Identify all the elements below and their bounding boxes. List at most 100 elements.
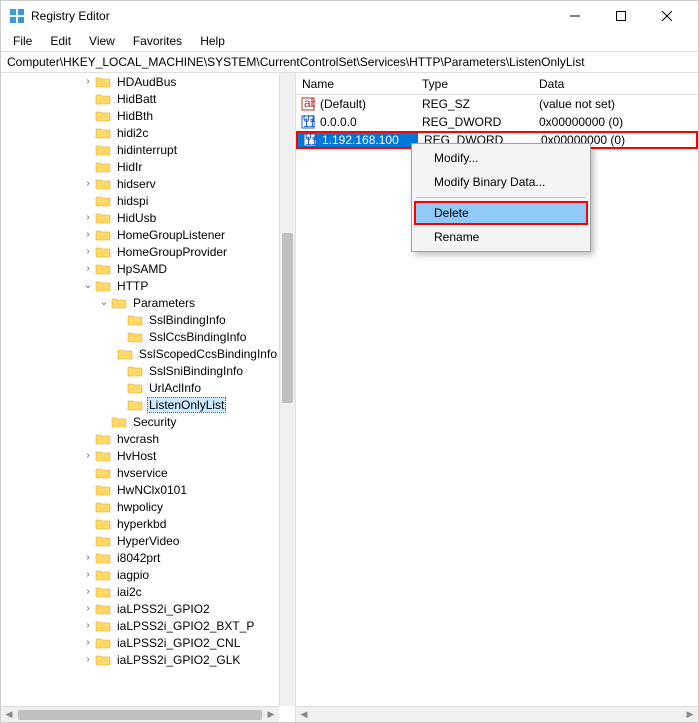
tree-node[interactable]: hwpolicy xyxy=(1,498,279,515)
scroll-left-icon[interactable]: ◀ xyxy=(296,709,312,720)
tree-node-label: SslCcsBindingInfo xyxy=(147,330,248,344)
tree-node[interactable]: ›iaLPSS2i_GPIO2_CNL xyxy=(1,634,279,651)
tree-node[interactable]: SslScopedCcsBindingInfo xyxy=(1,345,279,362)
chevron-right-icon[interactable]: › xyxy=(81,263,95,274)
tree-node[interactable]: SslSniBindingInfo xyxy=(1,362,279,379)
tree-node[interactable]: ›iaLPSS2i_GPIO2_GLK xyxy=(1,651,279,668)
registry-value-row[interactable]: ab(Default)REG_SZ(value not set) xyxy=(296,95,698,113)
tree-node[interactable]: ›iagpio xyxy=(1,566,279,583)
folder-icon xyxy=(95,653,111,667)
tree-node[interactable]: › iaLPSS2i_GPIO2_BXT_P xyxy=(1,617,279,634)
tree-node-label: iaLPSS2i_GPIO2_BXT_P xyxy=(115,619,256,633)
ctx-modify[interactable]: Modify... xyxy=(414,146,588,170)
chevron-right-icon[interactable]: › xyxy=(81,229,95,240)
app-icon xyxy=(9,8,25,24)
chevron-right-icon[interactable]: › xyxy=(81,212,95,223)
folder-icon xyxy=(95,160,111,174)
scrollbar-thumb[interactable] xyxy=(18,710,262,720)
scrollbar-thumb[interactable] xyxy=(282,233,293,403)
tree-node[interactable]: ›iai2c xyxy=(1,583,279,600)
tree-node[interactable]: SslCcsBindingInfo xyxy=(1,328,279,345)
scroll-right-icon[interactable]: ▶ xyxy=(682,709,698,720)
menu-help[interactable]: Help xyxy=(192,32,233,50)
column-header-data[interactable]: Data xyxy=(533,75,698,93)
tree-scroll[interactable]: ›HDAudBusHidBattHidBthhidi2chidinterrupt… xyxy=(1,73,279,706)
tree-node[interactable]: ›HidUsb xyxy=(1,209,279,226)
chevron-down-icon[interactable]: ⌄ xyxy=(81,280,95,291)
tree-node[interactable]: hidinterrupt xyxy=(1,141,279,158)
folder-icon xyxy=(95,585,111,599)
tree-node[interactable]: hidspi xyxy=(1,192,279,209)
chevron-right-icon[interactable]: › xyxy=(81,603,95,614)
list-body[interactable]: ab(Default)REG_SZ(value not set)0111100.… xyxy=(296,95,698,149)
tree-node[interactable]: SslBindingInfo xyxy=(1,311,279,328)
tree-node-label: Security xyxy=(131,415,178,429)
chevron-right-icon[interactable]: › xyxy=(81,637,95,648)
ctx-delete[interactable]: Delete xyxy=(414,201,588,225)
tree-node[interactable]: Security xyxy=(1,413,279,430)
value-name-cell: 0111101.192.168.100 xyxy=(298,133,418,147)
tree-node[interactable]: ›i8042prt xyxy=(1,549,279,566)
chevron-down-icon[interactable]: ⌄ xyxy=(97,297,111,308)
scroll-left-icon[interactable]: ◀ xyxy=(1,709,17,720)
tree-node[interactable]: hvcrash xyxy=(1,430,279,447)
menu-edit[interactable]: Edit xyxy=(42,32,79,50)
chevron-right-icon[interactable]: › xyxy=(81,654,95,665)
tree-node[interactable]: hyperkbd xyxy=(1,515,279,532)
tree-node[interactable]: ListenOnlyList xyxy=(1,396,279,413)
chevron-right-icon[interactable]: › xyxy=(81,620,95,631)
chevron-right-icon[interactable]: › xyxy=(81,450,95,461)
tree-node[interactable]: ›HDAudBus xyxy=(1,73,279,90)
folder-icon xyxy=(95,551,111,565)
close-button[interactable] xyxy=(644,1,690,31)
value-name: 1.192.168.100 xyxy=(322,133,399,147)
tree-node[interactable]: HyperVideo xyxy=(1,532,279,549)
chevron-right-icon[interactable]: › xyxy=(81,586,95,597)
folder-icon xyxy=(95,483,111,497)
menu-file[interactable]: File xyxy=(5,32,40,50)
menu-view[interactable]: View xyxy=(81,32,123,50)
list-pane: Name Type Data ab(Default)REG_SZ(value n… xyxy=(296,73,698,722)
menu-favorites[interactable]: Favorites xyxy=(125,32,190,50)
chevron-right-icon[interactable]: › xyxy=(81,569,95,580)
tree-node-label: Parameters xyxy=(131,296,197,310)
tree-node[interactable]: hvservice xyxy=(1,464,279,481)
tree-node[interactable]: ⌄HTTP xyxy=(1,277,279,294)
column-header-type[interactable]: Type xyxy=(416,75,533,93)
tree-node-label: SslScopedCcsBindingInfo xyxy=(137,347,279,361)
tree-node[interactable]: ›HvHost xyxy=(1,447,279,464)
svg-text:110: 110 xyxy=(305,134,317,147)
tree-node[interactable]: ›hidserv xyxy=(1,175,279,192)
addressbar[interactable]: Computer\HKEY_LOCAL_MACHINE\SYSTEM\Curre… xyxy=(1,51,698,73)
tree-scrollbar-horizontal[interactable]: ◀ ▶ xyxy=(1,706,279,722)
ctx-rename[interactable]: Rename xyxy=(414,225,588,249)
list-scrollbar-horizontal[interactable]: ◀ ▶ xyxy=(296,706,698,722)
minimize-button[interactable] xyxy=(552,1,598,31)
tree-node[interactable]: ⌄ Parameters xyxy=(1,294,279,311)
tree-node[interactable]: UrlAclInfo xyxy=(1,379,279,396)
column-header-name[interactable]: Name xyxy=(296,75,416,93)
tree-node[interactable]: ›HpSAMD xyxy=(1,260,279,277)
registry-value-row[interactable]: 0111100.0.0.0REG_DWORD0x00000000 (0) xyxy=(296,113,698,131)
tree-node[interactable]: HidBth xyxy=(1,107,279,124)
value-type: REG_DWORD xyxy=(416,115,533,129)
chevron-right-icon[interactable]: › xyxy=(81,246,95,257)
tree-node[interactable]: HidBatt xyxy=(1,90,279,107)
tree-node[interactable]: hidi2c xyxy=(1,124,279,141)
chevron-right-icon[interactable]: › xyxy=(81,76,95,87)
tree-node[interactable]: HidIr xyxy=(1,158,279,175)
value-name: (Default) xyxy=(320,97,366,111)
scroll-right-icon[interactable]: ▶ xyxy=(263,709,279,720)
tree-node-label: hyperkbd xyxy=(115,517,168,531)
chevron-right-icon[interactable]: › xyxy=(81,552,95,563)
tree-scrollbar-vertical[interactable] xyxy=(279,73,295,706)
ctx-modify-binary[interactable]: Modify Binary Data... xyxy=(414,170,588,194)
chevron-right-icon[interactable]: › xyxy=(81,178,95,189)
tree-node-label: hwpolicy xyxy=(115,500,165,514)
tree-node[interactable]: HwNClx0101 xyxy=(1,481,279,498)
tree-node[interactable]: ›HomeGroupListener xyxy=(1,226,279,243)
maximize-button[interactable] xyxy=(598,1,644,31)
value-type: REG_SZ xyxy=(416,97,533,111)
tree-node[interactable]: ›iaLPSS2i_GPIO2 xyxy=(1,600,279,617)
tree-node[interactable]: ›HomeGroupProvider xyxy=(1,243,279,260)
